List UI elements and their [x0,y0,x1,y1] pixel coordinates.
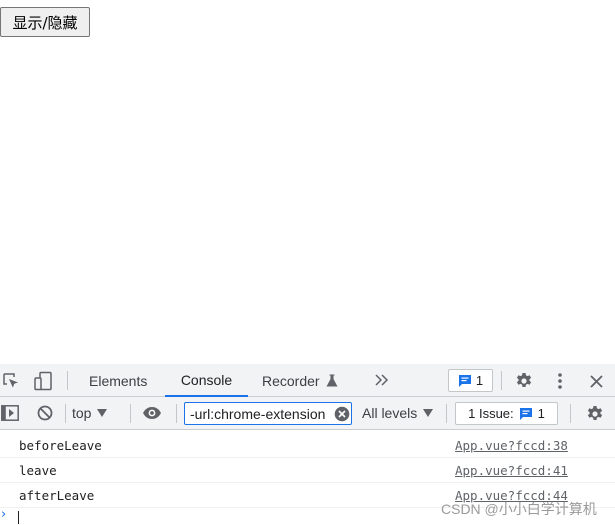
log-message: beforeLeave [19,438,102,453]
issues-button[interactable]: 1 Issue: 1 [455,402,558,425]
log-levels-select[interactable]: All levels [362,397,434,429]
log-message: afterLeave [19,488,95,503]
prompt-chevron-icon: › [1,507,7,522]
message-icon [519,407,533,421]
show-sidebar-icon[interactable] [0,403,20,423]
issues-badge-button[interactable]: 1 [448,369,493,392]
separator [176,404,177,423]
dropdown-triangle-icon [97,409,108,417]
console-log-row: beforeLeave App.vue?fccd:38 [0,433,615,458]
devtools-tabbar: Elements Console Recorder 1 [0,364,615,397]
page-area: 显示/隐藏 [0,0,615,364]
message-icon [458,374,472,388]
log-message: leave [19,463,57,478]
close-devtools-icon[interactable] [586,370,606,392]
flask-icon [326,374,338,387]
text-caret [18,511,19,524]
settings-gear-icon[interactable] [513,370,535,392]
separator [570,404,571,423]
device-toolbar-icon[interactable] [31,370,55,392]
separator [446,404,447,423]
watermark: CSDN @小小白学计算机 [441,501,597,517]
tab-console[interactable]: Console [165,364,248,397]
tab-recorder[interactable]: Recorder [262,364,338,397]
inspect-element-icon[interactable] [0,370,22,392]
console-toolbar: top -url:chrome-extension All levels 1 I… [0,397,615,430]
clear-console-icon[interactable] [35,403,55,423]
separator [67,371,68,390]
context-select[interactable]: top [72,397,108,429]
clear-filter-icon[interactable] [334,406,350,422]
log-source-link[interactable]: App.vue?fccd:41 [455,463,568,478]
console-log-row: leave App.vue?fccd:41 [0,458,615,483]
separator [501,371,502,390]
more-tabs-chevron-icon[interactable] [372,370,392,390]
dropdown-triangle-icon [423,409,434,417]
console-filter-input[interactable]: -url:chrome-extension [184,402,352,425]
tab-elements[interactable]: Elements [89,364,147,397]
toggle-show-hide-button[interactable]: 显示/隐藏 [0,7,90,37]
separator [65,404,66,423]
console-settings-gear-icon[interactable] [584,403,606,425]
log-source-link[interactable]: App.vue?fccd:38 [455,438,568,453]
separator [130,404,131,423]
live-expression-eye-icon[interactable] [140,403,164,423]
more-options-kebab-icon[interactable] [550,370,570,392]
